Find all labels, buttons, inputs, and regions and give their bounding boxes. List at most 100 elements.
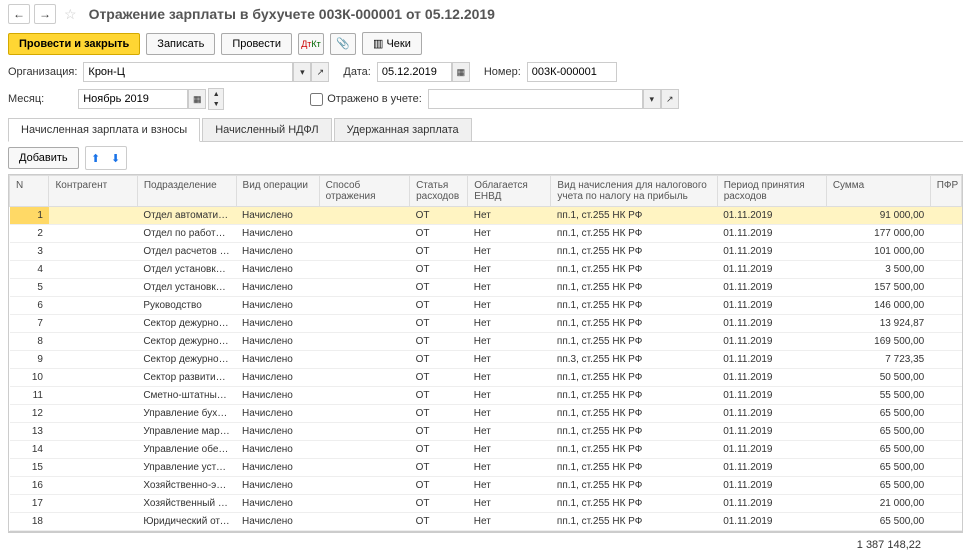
- forward-button[interactable]: →: [34, 4, 56, 24]
- cell-n: 4: [10, 261, 49, 279]
- table-row[interactable]: 4Отдел установки и эк…НачисленоОТНетпп.1…: [10, 261, 962, 279]
- table-row[interactable]: 16Хозяйственно-эксплу…НачисленоОТНетпп.1…: [10, 477, 962, 495]
- cell-pfr: [930, 225, 961, 243]
- cell-counterparty: [49, 243, 137, 261]
- col-sum[interactable]: Сумма: [826, 176, 930, 207]
- post-close-button[interactable]: Провести и закрыть: [8, 33, 140, 55]
- tab-accrued-salary[interactable]: Начисленная зарплата и взносы: [8, 118, 200, 142]
- data-grid[interactable]: N Контрагент Подразделение Вид операции …: [9, 175, 962, 531]
- cell-envd: Нет: [468, 315, 551, 333]
- cell-op: Начислено: [236, 315, 319, 333]
- month-calendar-button[interactable]: ▦: [188, 89, 206, 109]
- cell-refl: [319, 477, 409, 495]
- col-refl[interactable]: Способ отражения: [319, 176, 409, 207]
- number-field[interactable]: [527, 62, 617, 82]
- cell-period: 01.11.2019: [717, 261, 826, 279]
- cell-art: ОТ: [410, 261, 468, 279]
- cell-art: ОТ: [410, 441, 468, 459]
- table-row[interactable]: 11Сметно-штатный отделНачисленоОТНетпп.1…: [10, 387, 962, 405]
- cell-period: 01.11.2019: [717, 477, 826, 495]
- reflected-field[interactable]: [428, 89, 643, 109]
- reflected-dropdown-button[interactable]: ▾: [643, 89, 661, 109]
- cell-sum: 177 000,00: [826, 225, 930, 243]
- reflected-open-button[interactable]: ↗: [661, 89, 679, 109]
- favorite-icon[interactable]: ☆: [60, 6, 81, 23]
- col-envd[interactable]: Облагается ЕНВД: [468, 176, 551, 207]
- org-field[interactable]: [83, 62, 293, 82]
- month-down-button[interactable]: ▼: [209, 99, 223, 109]
- col-dept[interactable]: Подразделение: [137, 176, 236, 207]
- col-n[interactable]: N: [10, 176, 49, 207]
- date-field[interactable]: [377, 62, 452, 82]
- cell-dept: Отдел автоматизиров…: [137, 207, 236, 225]
- table-row[interactable]: 12Управление бухгалте…НачисленоОТНетпп.1…: [10, 405, 962, 423]
- table-row[interactable]: 15Управление установо…НачисленоОТНетпп.1…: [10, 459, 962, 477]
- cell-n: 13: [10, 423, 49, 441]
- cell-sum: 65 500,00: [826, 477, 930, 495]
- table-row[interactable]: 1Отдел автоматизиров…НачисленоОТНетпп.1,…: [10, 207, 962, 225]
- cell-period: 01.11.2019: [717, 513, 826, 531]
- cell-dept: Управление маркетинг…: [137, 423, 236, 441]
- table-row[interactable]: 6РуководствоНачисленоОТНетпп.1, ст.255 Н…: [10, 297, 962, 315]
- col-tax[interactable]: Вид начисления для налогового учета по н…: [551, 176, 717, 207]
- table-row[interactable]: 8Сектор дежурной слу…НачисленоОТНетпп.1,…: [10, 333, 962, 351]
- cell-envd: Нет: [468, 423, 551, 441]
- cell-envd: Нет: [468, 477, 551, 495]
- table-row[interactable]: 2Отдел по работе с пе…НачисленоОТНетпп.1…: [10, 225, 962, 243]
- cell-op: Начислено: [236, 225, 319, 243]
- cell-n: 12: [10, 405, 49, 423]
- table-row[interactable]: 14Управление обеспеч…НачисленоОТНетпп.1,…: [10, 441, 962, 459]
- move-up-button[interactable]: ⬆: [86, 147, 106, 169]
- month-field[interactable]: [78, 89, 188, 109]
- cell-dept: Отдел расчетов по о…: [137, 243, 236, 261]
- back-button[interactable]: ←: [8, 4, 30, 24]
- col-counterparty[interactable]: Контрагент: [49, 176, 137, 207]
- cell-sum: 55 500,00: [826, 387, 930, 405]
- cell-tax: пп.1, ст.255 НК РФ: [551, 297, 717, 315]
- month-up-button[interactable]: ▲: [209, 89, 223, 99]
- cell-envd: Нет: [468, 387, 551, 405]
- cell-op: Начислено: [236, 207, 319, 225]
- col-pfr[interactable]: ПФР: [930, 176, 961, 207]
- table-row[interactable]: 5Отдел установки и эк…НачисленоОТНетпп.1…: [10, 279, 962, 297]
- table-row[interactable]: 3Отдел расчетов по о…НачисленоОТНетпп.1,…: [10, 243, 962, 261]
- cell-sum: 65 500,00: [826, 459, 930, 477]
- org-open-button[interactable]: ↗: [311, 62, 329, 82]
- table-row[interactable]: 18Юридический отделНачисленоОТНетпп.1, с…: [10, 513, 962, 531]
- post-button[interactable]: Провести: [221, 33, 292, 55]
- move-down-button[interactable]: ⬇: [106, 147, 126, 169]
- cell-refl: [319, 279, 409, 297]
- table-row[interactable]: 9Сектор дежурной слу…НачисленоОТНетпп.3,…: [10, 351, 962, 369]
- dt-kt-button[interactable]: ДтКт: [298, 33, 324, 55]
- col-period[interactable]: Период принятия расходов: [717, 176, 826, 207]
- cell-tax: пп.1, ст.255 НК РФ: [551, 477, 717, 495]
- table-row[interactable]: 13Управление маркетинг…НачисленоОТНетпп.…: [10, 423, 962, 441]
- reflected-checkbox[interactable]: [310, 93, 323, 106]
- cell-pfr: [930, 513, 961, 531]
- tab-ndfl[interactable]: Начисленный НДФЛ: [202, 118, 331, 142]
- tab-withheld[interactable]: Удержанная зарплата: [334, 118, 472, 142]
- add-button[interactable]: Добавить: [8, 147, 79, 169]
- cell-envd: Нет: [468, 333, 551, 351]
- col-article[interactable]: Статья расходов: [410, 176, 468, 207]
- col-op[interactable]: Вид операции: [236, 176, 319, 207]
- cell-art: ОТ: [410, 225, 468, 243]
- table-row[interactable]: 10Сектор развития пер…НачисленоОТНетпп.1…: [10, 369, 962, 387]
- cell-op: Начислено: [236, 405, 319, 423]
- save-button[interactable]: Записать: [146, 33, 215, 55]
- date-calendar-button[interactable]: ▦: [452, 62, 470, 82]
- cell-n: 9: [10, 351, 49, 369]
- cell-period: 01.11.2019: [717, 207, 826, 225]
- cell-op: Начислено: [236, 261, 319, 279]
- cell-refl: [319, 513, 409, 531]
- cell-op: Начислено: [236, 459, 319, 477]
- cell-tax: пп.1, ст.255 НК РФ: [551, 207, 717, 225]
- org-dropdown-button[interactable]: ▾: [293, 62, 311, 82]
- table-row[interactable]: 7Сектор дежурной слу…НачисленоОТНетпп.1,…: [10, 315, 962, 333]
- cell-refl: [319, 441, 409, 459]
- cell-op: Начислено: [236, 477, 319, 495]
- attach-button[interactable]: 📎: [330, 33, 356, 55]
- cell-counterparty: [49, 351, 137, 369]
- table-row[interactable]: 17Хозяйственный отделНачисленоОТНетпп.1,…: [10, 495, 962, 513]
- checks-button[interactable]: ▥ Чеки: [362, 32, 422, 55]
